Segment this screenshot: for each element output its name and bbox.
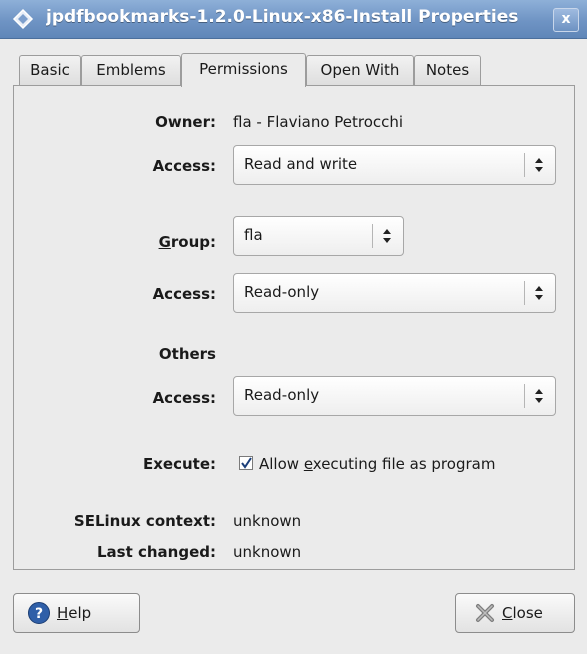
tab-notes[interactable]: Notes [414,55,481,85]
window-title: jpdfbookmarks-1.2.0-Linux-x86-Install Pr… [46,7,519,27]
combo-separator [372,224,373,248]
window-menu-icon[interactable] [12,8,34,30]
chevron-updown-icon [535,286,543,300]
window-close-button[interactable]: x [553,8,579,32]
selinux-value: unknown [233,512,302,530]
combo-separator [524,153,525,177]
help-button[interactable]: ? Help [13,593,140,633]
owner-value: fla - Flaviano Petrocchi [233,113,404,131]
svg-text:?: ? [35,606,43,622]
group-access-select[interactable]: Read-only [233,273,556,313]
group-value: fla [244,226,263,244]
last-changed-value: unknown [233,543,302,561]
tab-open-with[interactable]: Open With [306,55,414,85]
others-heading: Others [158,345,216,363]
close-icon [476,604,494,622]
owner-label: Owner: [155,113,216,131]
tab-basic[interactable]: Basic [19,55,81,85]
owner-access-value: Read and write [244,155,358,173]
group-access-value: Read-only [244,283,320,301]
group-select[interactable]: fla [233,216,404,256]
others-access-label: Access: [152,389,216,407]
selinux-label: SELinux context: [73,512,216,530]
chevron-updown-icon [535,158,543,172]
execute-label: Execute: [142,455,216,473]
last-changed-label: Last changed: [96,543,216,561]
execute-checkbox-label[interactable]: Allow executing file as program [259,455,495,473]
combo-separator [524,384,525,408]
execute-checkbox[interactable] [239,456,253,470]
chevron-updown-icon [535,389,543,403]
others-access-select[interactable]: Read-only [233,376,556,416]
properties-dialog: jpdfbookmarks-1.2.0-Linux-x86-Install Pr… [0,0,587,654]
group-label: Group: [158,233,216,251]
title-bar[interactable]: jpdfbookmarks-1.2.0-Linux-x86-Install Pr… [0,0,587,39]
close-button[interactable]: Close [455,593,575,633]
tab-permissions[interactable]: Permissions [181,53,306,87]
chevron-updown-icon [383,229,391,243]
close-button-label: Close [502,604,543,622]
tab-emblems[interactable]: Emblems [81,55,181,85]
group-access-label: Access: [152,285,216,303]
help-button-label: Help [57,604,92,622]
combo-separator [524,281,525,305]
others-access-value: Read-only [244,386,320,404]
help-icon: ? [28,602,50,624]
checkmark-icon [241,457,252,469]
owner-access-select[interactable]: Read and write [233,145,556,185]
owner-access-label: Access: [152,157,216,175]
